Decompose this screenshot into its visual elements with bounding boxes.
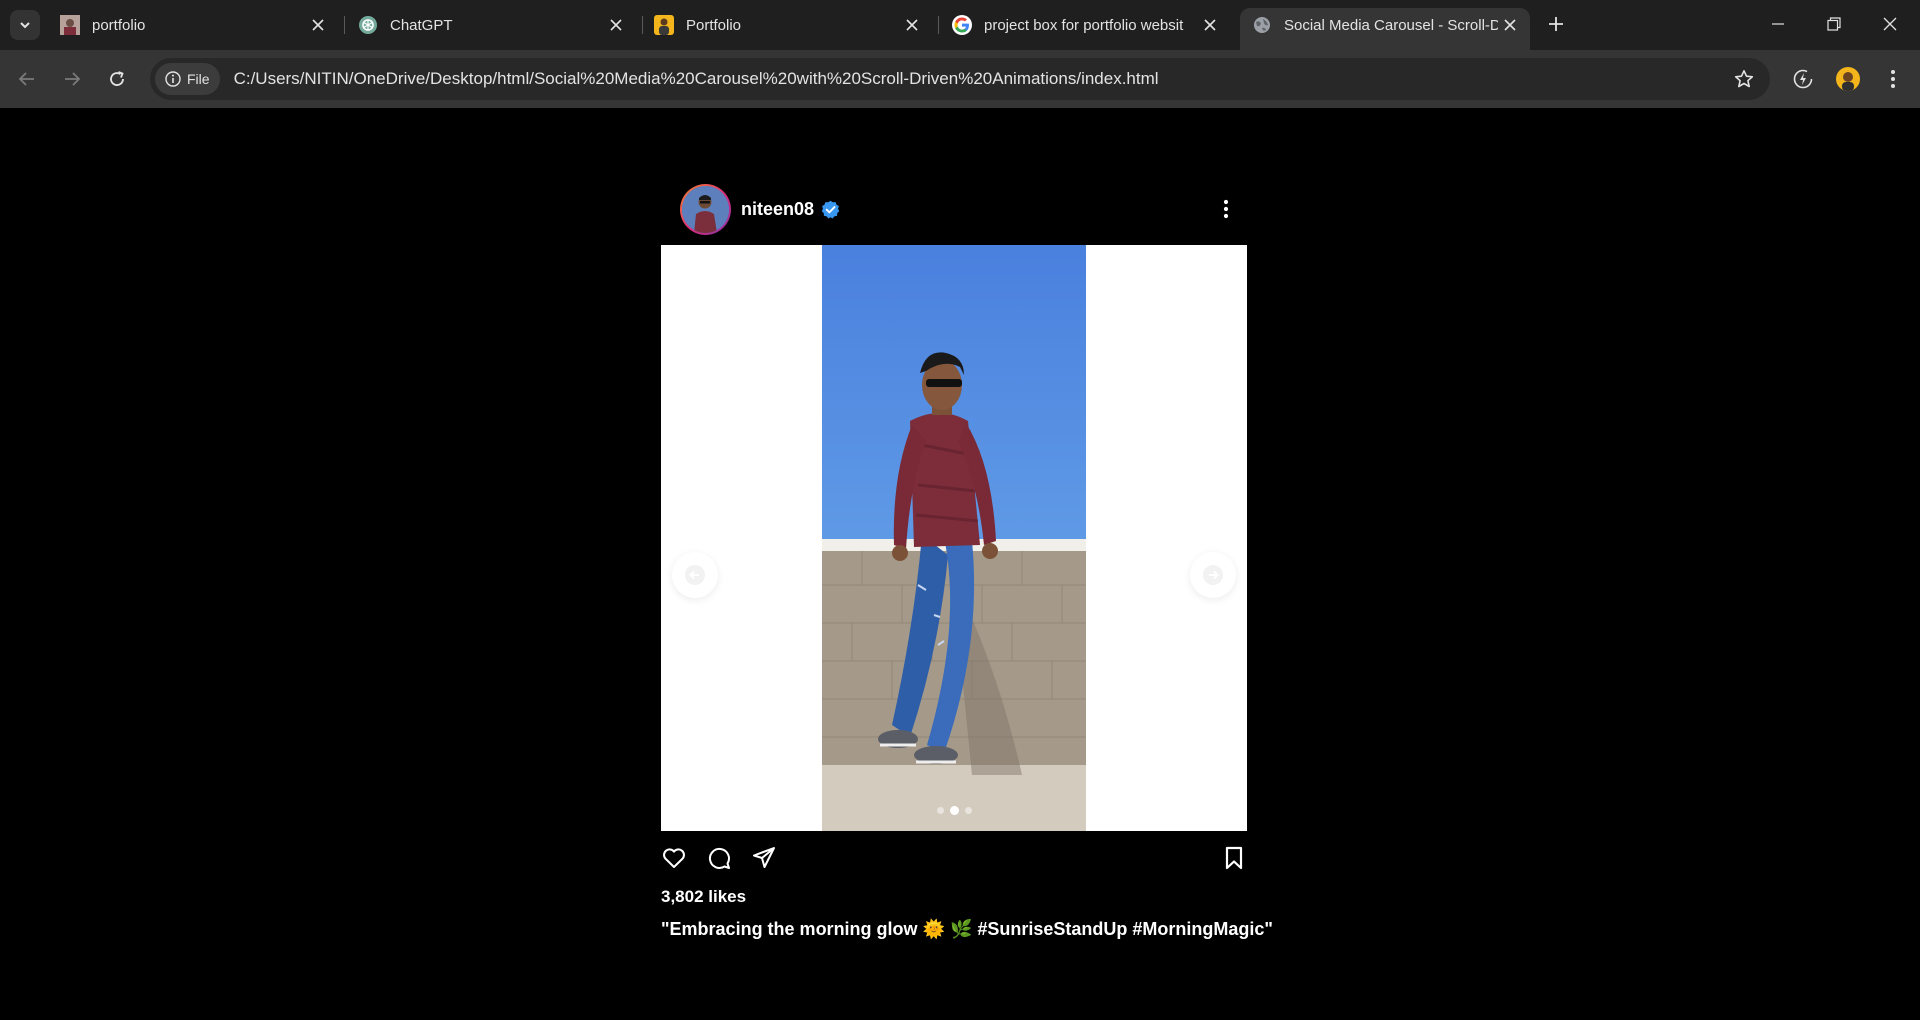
likes-count[interactable]: 3,802 likes — [661, 887, 746, 907]
post-header: niteen08 — [680, 183, 1240, 235]
comment-button[interactable] — [704, 843, 734, 873]
tab-chatgpt[interactable]: ChatGPT — [346, 8, 636, 42]
tab-title: Social Media Carousel - Scroll-D — [1284, 16, 1498, 34]
close-window-button[interactable] — [1862, 0, 1918, 48]
profile-button[interactable] — [1833, 64, 1863, 94]
carousel-slide-image — [822, 245, 1086, 831]
person-photo — [822, 245, 1086, 831]
info-icon — [165, 71, 181, 87]
share-button[interactable] — [749, 843, 779, 873]
more-vertical-icon — [1223, 199, 1229, 219]
bookmark-star-button[interactable] — [1732, 67, 1756, 91]
bookmark-icon — [1225, 846, 1243, 870]
reload-button[interactable] — [102, 64, 132, 94]
star-icon — [1734, 70, 1754, 88]
browser-toolbar: File C:/Users/NITIN/OneDrive/Desktop/htm… — [0, 50, 1920, 108]
close-icon[interactable] — [604, 13, 628, 37]
back-button[interactable] — [12, 64, 42, 94]
tab-strip: portfolio ChatGPT Portfolio project box … — [0, 0, 1920, 50]
minimize-button[interactable] — [1750, 0, 1806, 48]
close-icon[interactable] — [1198, 13, 1222, 37]
more-vertical-icon — [1891, 70, 1895, 88]
carousel-pagination — [661, 806, 1247, 815]
plus-icon — [1549, 17, 1563, 31]
page-viewport: niteen08 3,802 likes "Embracing the morn… — [0, 108, 1920, 1020]
comment-icon — [708, 847, 730, 869]
arrow-left-icon — [18, 72, 34, 86]
close-icon[interactable] — [1498, 13, 1522, 37]
address-bar[interactable]: File C:/Users/NITIN/OneDrive/Desktop/htm… — [150, 58, 1770, 100]
portrait-favicon-icon — [654, 15, 674, 35]
post-actions — [661, 843, 1247, 877]
google-favicon-icon — [952, 15, 972, 35]
photo-favicon-icon — [60, 15, 80, 35]
chevron-down-icon — [20, 22, 30, 29]
tab-title: project box for portfolio websit — [984, 16, 1184, 34]
carousel-next-button[interactable] — [1190, 552, 1236, 598]
pagination-dot[interactable] — [936, 807, 944, 814]
forward-button[interactable] — [57, 64, 87, 94]
site-info-chip[interactable]: File — [155, 63, 220, 95]
tab-portfolio-2[interactable]: Portfolio — [642, 8, 932, 42]
chip-label: File — [187, 71, 210, 87]
tab-social-media-carousel[interactable]: Social Media Carousel - Scroll-D — [1240, 8, 1530, 50]
username[interactable]: niteen08 — [741, 199, 814, 220]
performance-button[interactable] — [1788, 64, 1818, 94]
url-text[interactable]: C:/Users/NITIN/OneDrive/Desktop/html/Soc… — [234, 69, 1159, 89]
reload-icon — [110, 71, 124, 86]
heart-icon — [663, 848, 685, 868]
arrow-right-icon — [65, 72, 81, 86]
avatar — [1836, 67, 1860, 91]
energy-saver-icon — [1793, 69, 1813, 89]
tab-title: Portfolio — [686, 16, 742, 34]
verified-badge-icon — [821, 200, 840, 219]
browser-menu-button[interactable] — [1878, 64, 1908, 94]
arrow-right-icon — [1203, 565, 1223, 585]
tab-search-button[interactable] — [10, 10, 40, 40]
close-icon[interactable] — [306, 13, 330, 37]
tab-portfolio[interactable]: portfolio — [48, 8, 338, 42]
restore-icon — [1827, 17, 1841, 31]
restore-button[interactable] — [1806, 0, 1862, 48]
pagination-dot-active[interactable] — [949, 806, 959, 815]
minimize-icon — [1772, 23, 1784, 25]
chatgpt-favicon-icon — [358, 15, 378, 35]
arrow-left-icon — [685, 565, 705, 585]
globe-favicon-icon — [1252, 15, 1272, 35]
close-icon[interactable] — [900, 13, 924, 37]
pagination-dot[interactable] — [964, 807, 972, 814]
like-button[interactable] — [659, 843, 689, 873]
post-options-button[interactable] — [1212, 195, 1240, 223]
send-icon — [753, 847, 775, 868]
tab-title: ChatGPT — [390, 16, 453, 34]
tab-google-search[interactable]: project box for portfolio websit — [940, 8, 1230, 42]
tab-title: portfolio — [92, 16, 146, 34]
new-tab-button[interactable] — [1542, 10, 1570, 38]
avatar[interactable] — [680, 183, 731, 235]
carousel-prev-button[interactable] — [672, 552, 718, 598]
save-button[interactable] — [1219, 843, 1249, 873]
image-carousel[interactable] — [661, 245, 1247, 831]
close-icon — [1883, 17, 1897, 31]
post-caption: "Embracing the morning glow 🌞 🌿 #Sunrise… — [661, 919, 1273, 939]
